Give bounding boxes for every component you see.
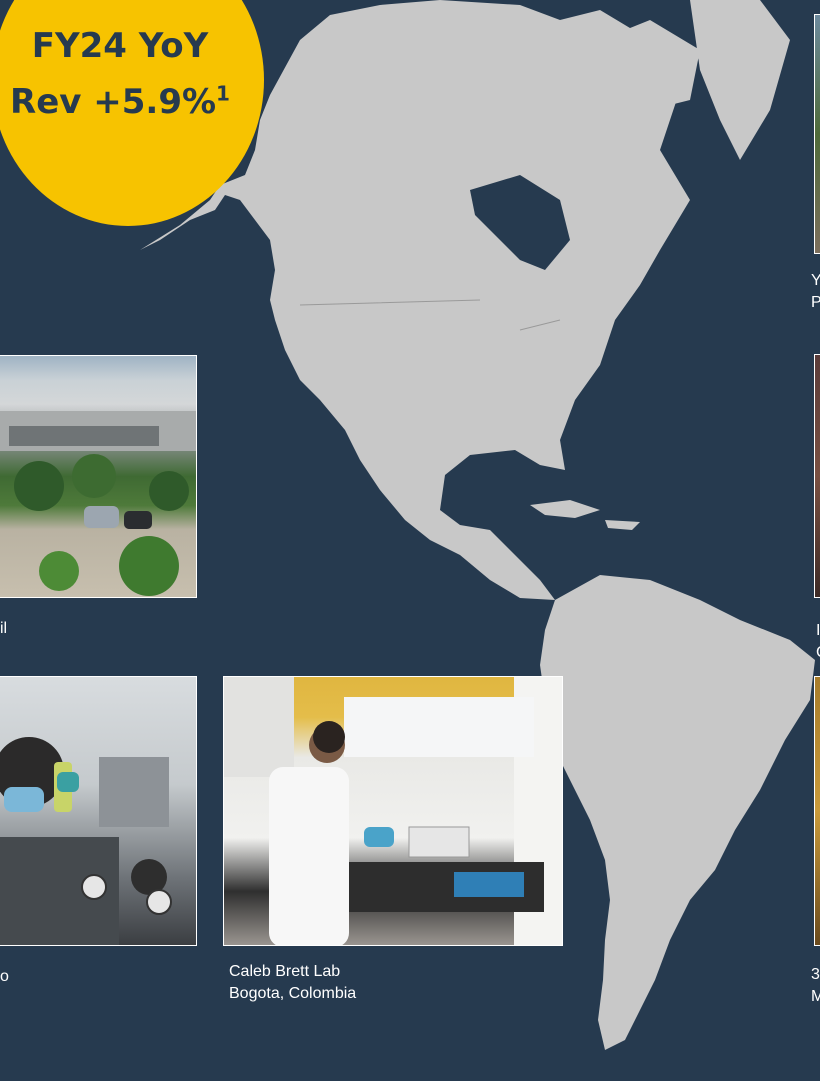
caption-right-mid: I C — [816, 620, 820, 664]
photo-lab-worker-left — [0, 676, 197, 946]
caption-left-mid-line1: il — [0, 620, 8, 637]
south-america-landmass — [540, 575, 815, 1050]
photo-right-bottom — [814, 676, 820, 946]
caption-right-top: Y P — [811, 270, 820, 314]
caption-caleb-brett-lab-line2: Bogota, Colombia — [229, 985, 357, 1002]
caption-caleb-brett-lab: Caleb Brett Lab Bogota, Colombia — [229, 961, 356, 1005]
caption-right-mid-line1: I — [816, 622, 820, 639]
caption-right-mid-line2: C — [816, 642, 820, 664]
photo-building — [0, 355, 197, 598]
photo-right-top — [814, 14, 820, 254]
badge-text: FY24 YoY Rev +5.9%1 — [0, 18, 240, 130]
badge-revenue: Rev +5.9% — [10, 82, 217, 122]
caption-right-bottom-line1: 3 — [811, 966, 820, 983]
photo-caleb-brett-lab — [223, 676, 563, 946]
badge-line1: FY24 YoY — [31, 26, 209, 66]
caption-left-bottom-line1: o — [0, 968, 9, 985]
caption-right-bottom-line2: M — [811, 988, 820, 1005]
caption-left-mid: il — [0, 618, 7, 640]
caption-right-top-line2: P — [811, 294, 820, 311]
caribbean-islands — [530, 500, 640, 530]
caption-left-bottom: o — [0, 966, 9, 988]
photo-right-mid — [814, 354, 820, 598]
caption-right-bottom: 3 M — [811, 964, 820, 1008]
badge-footnote: 1 — [216, 81, 230, 106]
badge-line2: Rev +5.9%1 — [0, 74, 240, 130]
caption-right-top-line1: Y — [811, 272, 820, 289]
caption-caleb-brett-lab-line1: Caleb Brett Lab — [229, 963, 341, 980]
